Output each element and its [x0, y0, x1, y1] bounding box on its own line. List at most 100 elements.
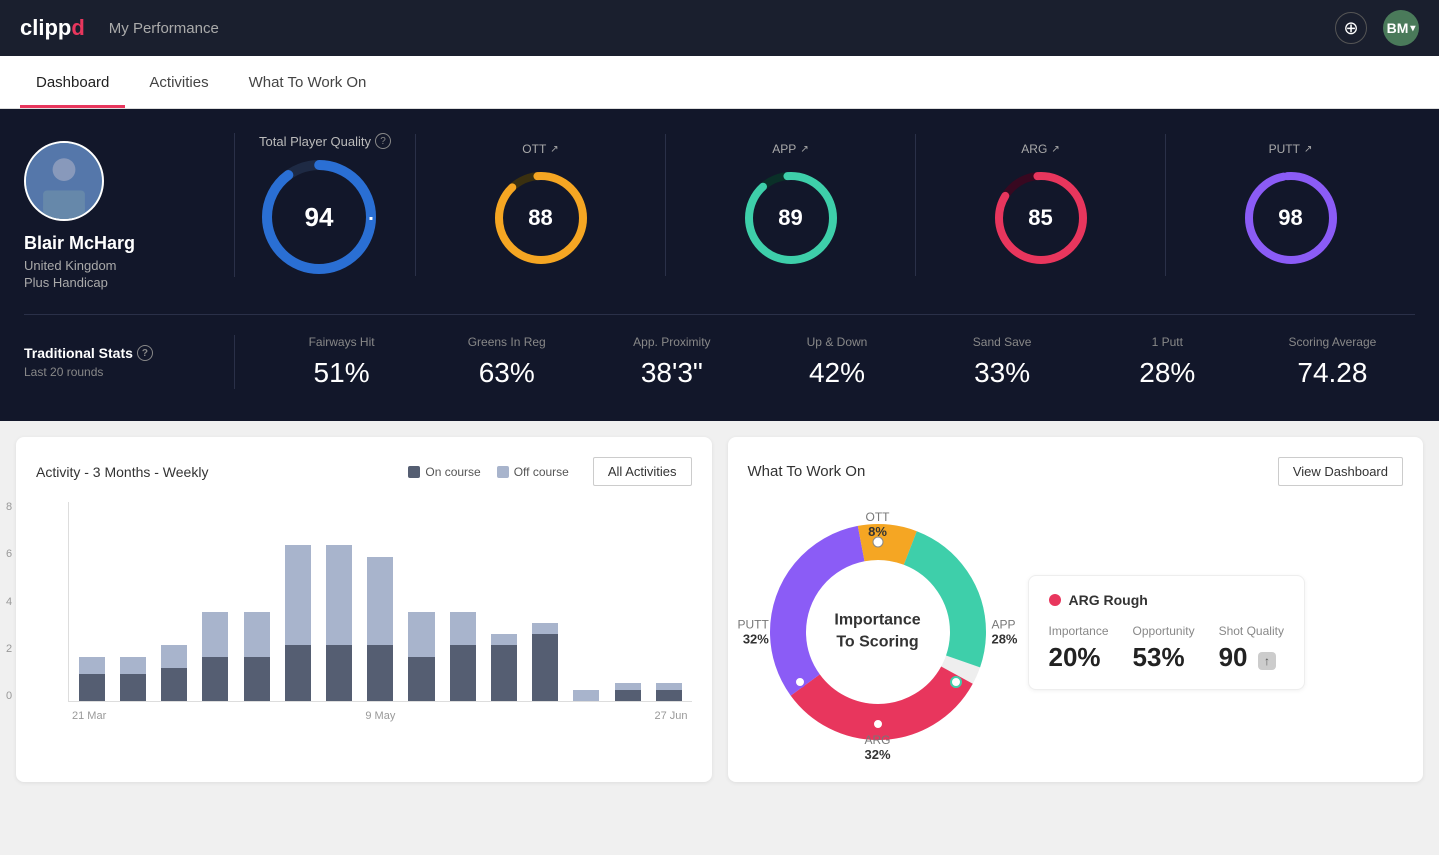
- off-course-bar: [573, 690, 599, 701]
- on-course-bar: [408, 657, 434, 701]
- tab-activities[interactable]: Activities: [133, 56, 224, 108]
- putt-value: 98: [1278, 205, 1302, 231]
- view-dashboard-button[interactable]: View Dashboard: [1278, 457, 1403, 486]
- y-label-2: 2: [6, 644, 12, 655]
- chevron-down-icon: ▾: [1410, 23, 1415, 34]
- info-dot: [1049, 594, 1061, 606]
- donut-wrapper: OTT 8% APP 28% ARG 32% PUTT 32% Importan…: [748, 502, 1008, 762]
- bar-group: [197, 612, 234, 701]
- traditional-stats: Traditional Stats ? Last 20 rounds Fairw…: [24, 315, 1415, 389]
- y-label-8: 8: [6, 502, 12, 513]
- bar-group: [155, 645, 192, 701]
- putt-segment-label: PUTT 32%: [738, 618, 769, 647]
- on-course-bar: [367, 645, 393, 701]
- off-course-bar: [450, 612, 476, 645]
- chart-controls: On course Off course All Activities: [408, 457, 691, 486]
- info-metric-shot-quality: Shot Quality 90 ↑: [1219, 624, 1284, 673]
- on-course-bar: [244, 657, 270, 701]
- tpq-wrapper: Total Player Quality ? 94: [259, 133, 391, 277]
- bar-group: [444, 612, 481, 701]
- legend-off-course: Off course: [497, 465, 569, 479]
- info-metric-opportunity: Opportunity 53%: [1133, 624, 1195, 673]
- chart-header: Activity - 3 Months - Weekly On course O…: [36, 457, 692, 486]
- off-course-bar: [367, 557, 393, 646]
- ott-arrow-icon: ↗: [550, 144, 558, 155]
- score-item-arg: ARG ↗ 85: [915, 134, 1165, 276]
- trad-subtitle: Last 20 rounds: [24, 365, 234, 379]
- trad-item-gir: Greens In Reg 63%: [424, 335, 589, 389]
- score-item-putt: PUTT ↗ 98: [1165, 134, 1415, 276]
- shot-quality-badge: ↑: [1258, 652, 1276, 670]
- on-course-bar: [161, 668, 187, 701]
- tpq-gauge: 94: [259, 157, 379, 277]
- player-country: United Kingdom: [24, 258, 117, 273]
- tab-what-to-work-on[interactable]: What To Work On: [233, 56, 383, 108]
- chart-wrapper: 8 6 4 2 0 21 Mar 9 May 27 Jun: [36, 502, 692, 722]
- on-course-bar: [326, 645, 352, 701]
- plus-icon: ⊕: [1343, 18, 1358, 39]
- chart-title: Activity - 3 Months - Weekly: [36, 464, 208, 480]
- off-course-dot: [497, 466, 509, 478]
- header-title: My Performance: [109, 20, 219, 37]
- app-value: 89: [778, 205, 802, 231]
- logo-clip: clipp: [20, 15, 71, 40]
- activity-chart-card: Activity - 3 Months - Weekly On course O…: [16, 437, 712, 782]
- ott-value: 88: [528, 205, 552, 231]
- chart-x-labels: 21 Mar 9 May 27 Jun: [68, 710, 692, 722]
- bar-group: [320, 545, 357, 701]
- off-course-bar: [161, 645, 187, 667]
- on-course-bar: [532, 634, 558, 701]
- add-button[interactable]: ⊕: [1335, 12, 1367, 44]
- putt-arrow-icon: ↗: [1304, 144, 1312, 155]
- arg-gauge: 85: [991, 168, 1091, 268]
- trad-label-group: Traditional Stats ? Last 20 rounds: [24, 345, 234, 379]
- on-course-bar: [202, 657, 228, 701]
- info-metric-importance: Importance 20%: [1049, 624, 1109, 673]
- info-card-title: ARG Rough: [1049, 592, 1284, 608]
- bar-group: [279, 545, 316, 701]
- bar-group: [609, 683, 646, 701]
- off-course-bar: [491, 634, 517, 645]
- on-course-bar: [285, 645, 311, 701]
- y-label-4: 4: [6, 597, 12, 608]
- app-segment-label: APP 28%: [991, 618, 1017, 647]
- trad-item-proximity: App. Proximity 38'3": [589, 335, 754, 389]
- avatar[interactable]: BM ▾: [1383, 10, 1419, 46]
- all-activities-button[interactable]: All Activities: [593, 457, 692, 486]
- off-course-bar: [120, 657, 146, 675]
- logo-d: d: [71, 15, 84, 40]
- bar-group: [362, 557, 399, 701]
- y-label-0: 0: [6, 691, 12, 702]
- on-course-bar: [79, 674, 105, 701]
- ott-segment-label: OTT 8%: [866, 510, 890, 539]
- tpq-help-icon[interactable]: ?: [375, 133, 391, 149]
- tpq-label: Total Player Quality ?: [259, 133, 391, 149]
- trad-item-updown: Up & Down 42%: [754, 335, 919, 389]
- off-course-bar: [202, 612, 228, 656]
- legend-on-course: On course: [408, 465, 480, 479]
- off-course-bar: [79, 657, 105, 675]
- on-course-bar: [656, 690, 682, 701]
- ott-gauge: 88: [491, 168, 591, 268]
- chart-bars: [68, 502, 692, 702]
- player-handicap: Plus Handicap: [24, 275, 108, 290]
- x-label-mar: 21 Mar: [72, 710, 106, 722]
- on-course-bar: [491, 645, 517, 701]
- info-metrics: Importance 20% Opportunity 53% Shot Qual…: [1049, 624, 1284, 673]
- on-course-bar: [120, 674, 146, 701]
- off-course-bar: [656, 683, 682, 690]
- avatar-label: BM: [1387, 20, 1409, 36]
- nav-tabs: Dashboard Activities What To Work On: [0, 56, 1439, 109]
- on-course-bar: [450, 645, 476, 701]
- player-name: Blair McHarg: [24, 233, 135, 254]
- trad-item-1putt: 1 Putt 28%: [1085, 335, 1250, 389]
- trad-title: Traditional Stats ?: [24, 345, 234, 361]
- info-card: ARG Rough Importance 20% Opportunity 53%…: [1028, 575, 1305, 690]
- bar-group: [650, 683, 687, 701]
- tab-dashboard[interactable]: Dashboard: [20, 56, 125, 108]
- trad-help-icon[interactable]: ?: [137, 345, 153, 361]
- header-right: ⊕ BM ▾: [1335, 10, 1419, 46]
- on-course-bar: [615, 690, 641, 701]
- ott-label: OTT ↗: [522, 142, 558, 156]
- bottom-section: Activity - 3 Months - Weekly On course O…: [0, 421, 1439, 798]
